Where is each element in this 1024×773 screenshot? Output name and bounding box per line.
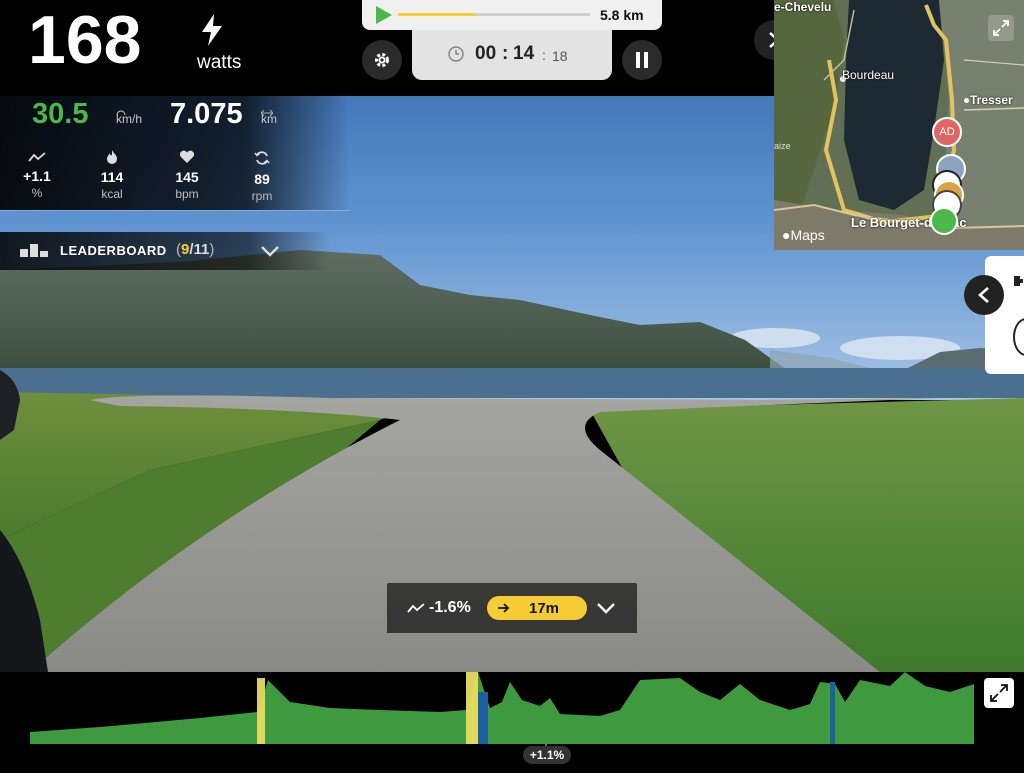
route-progress-fill xyxy=(398,13,475,16)
user-position-marker xyxy=(930,207,958,235)
elevation-profile-graph xyxy=(30,672,974,752)
power-unit: watts xyxy=(197,52,242,73)
route-progress-panel: 5.8 km xyxy=(362,0,662,30)
rider-avatar[interactable]: AD xyxy=(932,117,962,147)
slope-indicator: -1.6% 17m xyxy=(387,583,637,633)
route-progress-track xyxy=(398,13,590,16)
map-label-bourdeau: Bourdeau xyxy=(842,68,895,82)
side-panel-ring-icon xyxy=(1013,318,1024,356)
map-attribution-text: Maps xyxy=(790,227,825,243)
battery-icon xyxy=(1013,274,1024,293)
heart-rate-value: 145 xyxy=(175,169,199,185)
next-segment-pill: 17m xyxy=(487,596,587,620)
side-panel-toggle-button[interactable] xyxy=(964,275,1004,315)
heart-rate-stat: 145 bpm xyxy=(162,150,212,201)
timer-separator-2: : xyxy=(542,47,546,63)
map-expand-button[interactable] xyxy=(988,15,1014,41)
next-segment-distance: 17m xyxy=(529,600,560,617)
leaderboard-rank: (9/11) xyxy=(176,241,214,258)
slope-chevron-down-icon[interactable] xyxy=(596,601,616,619)
grade-unit: % xyxy=(31,186,43,200)
side-panel[interactable] xyxy=(985,256,1024,374)
grade-value: +1.1 xyxy=(23,168,51,184)
current-grade-badge: +1.1% xyxy=(523,746,571,764)
calories-value: 114 xyxy=(100,169,124,185)
map-label-aize: aize xyxy=(774,141,791,151)
gear-icon xyxy=(375,53,389,67)
leaderboard-icon xyxy=(20,244,50,262)
speed-unit: km/h xyxy=(116,112,143,126)
expand-icon xyxy=(993,20,1009,36)
heart-icon xyxy=(179,150,195,163)
arrow-right-icon xyxy=(498,603,510,613)
chevron-left-icon xyxy=(978,287,989,303)
clock-icon xyxy=(448,46,464,67)
map-attribution: ●Maps xyxy=(782,227,825,243)
slope-icon xyxy=(28,152,46,162)
leaderboard-chevron-down-icon[interactable] xyxy=(260,244,280,262)
cadence-icon xyxy=(254,151,270,165)
cadence-unit: rpm xyxy=(251,189,273,203)
timer-minutes: 14 xyxy=(513,43,535,64)
pause-icon xyxy=(636,52,648,68)
power-value: 168 xyxy=(28,2,142,78)
leaderboard-label[interactable]: LEADERBOARD xyxy=(60,243,167,258)
play-icon[interactable] xyxy=(376,6,392,29)
route-map-image xyxy=(774,0,1024,250)
flame-icon xyxy=(107,150,117,164)
timer-separator-1: : xyxy=(502,43,509,64)
cadence-stat: 89 rpm xyxy=(237,150,287,203)
cadence-value: 89 xyxy=(254,171,270,187)
map-label-chevelu: e-Chevelu xyxy=(774,0,832,14)
leaderboard-total: /11 xyxy=(189,241,210,258)
slope-grade: -1.6% xyxy=(429,599,471,616)
timer-panel: 00 : 14 : 18 xyxy=(412,30,612,80)
leaderboard-close-paren: ) xyxy=(209,241,215,258)
route-map[interactable]: e-Chevelu Bourdeau Tresser aize Le Bourg… xyxy=(774,0,1024,250)
slope-icon xyxy=(407,603,425,613)
speed-value: 30.5 xyxy=(32,98,89,130)
pause-button[interactable] xyxy=(622,40,662,80)
elevation-expand-button[interactable] xyxy=(984,678,1014,708)
timer-hours: 00 xyxy=(475,43,497,64)
timer-seconds: 18 xyxy=(552,48,568,64)
distance-value: 7.075 xyxy=(170,98,243,130)
calories-stat: 114 kcal xyxy=(87,150,137,201)
map-label-tresser: Tresser xyxy=(970,93,1013,107)
elevation-profile[interactable]: +1.1% xyxy=(0,672,1024,768)
grade-stat: +1.1 % xyxy=(12,150,62,200)
metrics-divider xyxy=(0,210,350,211)
distance-unit: km xyxy=(261,112,277,126)
map-town-dot xyxy=(964,98,969,103)
heart-rate-unit: bpm xyxy=(175,187,199,201)
settings-button[interactable] xyxy=(362,40,402,80)
route-distance: 5.8 km xyxy=(600,7,644,23)
calories-unit: kcal xyxy=(101,187,123,201)
expand-icon xyxy=(990,684,1008,702)
lightning-icon xyxy=(200,14,224,51)
